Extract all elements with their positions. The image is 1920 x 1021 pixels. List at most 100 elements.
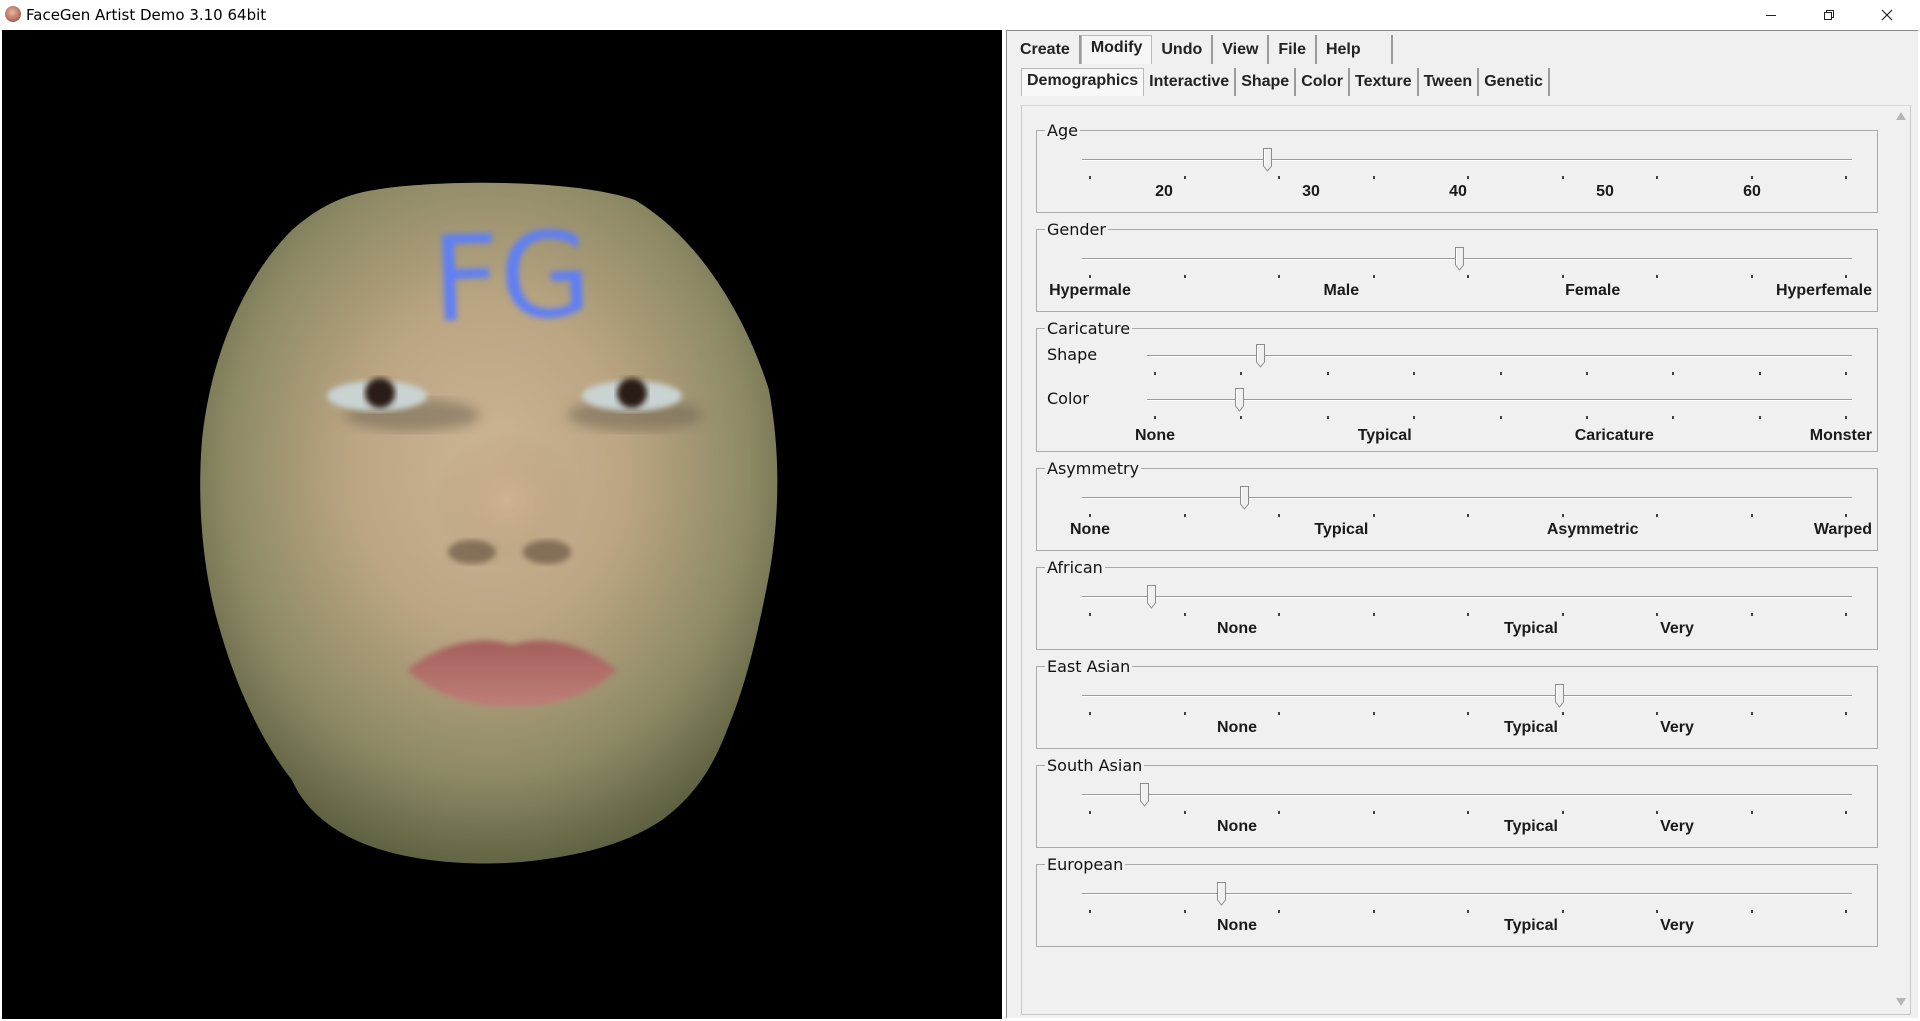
tab-help[interactable]: Help: [1317, 35, 1393, 64]
restore-icon: [1824, 9, 1834, 20]
app-face-icon: [5, 6, 21, 22]
slider-tick: [1585, 416, 1588, 419]
slider-tick: [1467, 910, 1469, 913]
slider-track[interactable]: [1147, 355, 1852, 357]
scale-label-very: Very: [1660, 719, 1694, 736]
slider-thumb[interactable]: [1216, 882, 1226, 906]
close-icon: [1881, 9, 1893, 20]
slider-track[interactable]: [1082, 497, 1852, 499]
group-title: European: [1045, 855, 1126, 874]
group-european: European None Typical Very: [1036, 855, 1878, 947]
subtab-texture[interactable]: Texture: [1350, 68, 1419, 96]
tab-create[interactable]: Create: [1011, 35, 1081, 64]
slider-tick: [1183, 910, 1186, 913]
slider-tick: [1672, 372, 1675, 375]
slider-track[interactable]: [1147, 399, 1852, 401]
vertical-scrollbar[interactable]: [1892, 106, 1910, 1014]
slider-tick: [1750, 910, 1753, 913]
slider-track[interactable]: [1082, 596, 1852, 598]
slider-tick: [1561, 712, 1564, 715]
slider-tick: [1758, 416, 1761, 419]
slider-track[interactable]: [1082, 794, 1852, 796]
slider-track[interactable]: [1082, 258, 1852, 260]
slider-tick: [1372, 176, 1375, 179]
scale-label-hyperfemale: Hyperfemale: [1775, 282, 1872, 299]
slider-tick: [1467, 275, 1469, 278]
restore-button[interactable]: [1800, 0, 1858, 29]
slider-tick: [1183, 613, 1186, 616]
slider-track[interactable]: [1082, 893, 1852, 895]
face-viewport[interactable]: FG: [2, 30, 1002, 1019]
slider-thumb-shape[interactable]: [1255, 344, 1265, 368]
scale-label-none: None: [1217, 620, 1257, 637]
slider-label-shape: Shape: [1047, 345, 1098, 364]
slider-thumb[interactable]: [1455, 247, 1465, 271]
minimize-button[interactable]: [1742, 0, 1800, 29]
slider-track[interactable]: [1082, 695, 1852, 697]
slider-tick: [1089, 275, 1091, 278]
slider-tick: [1240, 416, 1243, 419]
subtab-demographics[interactable]: Demographics: [1021, 68, 1145, 96]
group-gender: Gender Hypermale Male Female Hyperfemale: [1036, 220, 1878, 312]
slider-tick: [1278, 811, 1280, 814]
slider-tick: [1750, 514, 1753, 517]
scale-label-none: None: [1217, 917, 1257, 934]
scale-label-none: None: [1070, 521, 1110, 538]
scale-label-typical: Typical: [1504, 719, 1558, 736]
scale-label-asymmetric: Asymmetric: [1546, 521, 1639, 538]
slider-tick: [1467, 176, 1469, 179]
tab-view[interactable]: View: [1213, 35, 1270, 64]
slider-tick: [1656, 811, 1658, 814]
scale-label-typical: Typical: [1504, 620, 1558, 637]
subtab-genetic[interactable]: Genetic: [1479, 68, 1550, 96]
slider-tick: [1183, 514, 1186, 517]
slider-thumb[interactable]: [1555, 684, 1565, 708]
slider-thumb[interactable]: [1139, 783, 1149, 807]
scale-label-none: None: [1217, 719, 1257, 736]
group-african: African None Typical Very: [1036, 558, 1878, 650]
tab-undo[interactable]: Undo: [1152, 35, 1214, 64]
slider-tick: [1372, 811, 1375, 814]
slider-tick: [1326, 416, 1329, 419]
slider-tick: [1372, 712, 1375, 715]
slider-tick: [1183, 275, 1186, 278]
slider-tick: [1240, 372, 1243, 375]
slider-thumb[interactable]: [1239, 486, 1249, 510]
subtab-color[interactable]: Color: [1296, 68, 1350, 96]
slider-tick: [1750, 712, 1753, 715]
slider-tick: [1561, 275, 1564, 278]
slider-thumb[interactable]: [1262, 148, 1272, 172]
tab-modify[interactable]: Modify: [1080, 35, 1153, 64]
slider-tick: [1845, 514, 1847, 517]
slider-tick: [1656, 514, 1658, 517]
slider-track[interactable]: [1082, 159, 1852, 161]
group-title: Age: [1045, 121, 1080, 140]
scale-label-very: Very: [1660, 917, 1694, 934]
scale-label-warped: Warped: [1813, 521, 1872, 538]
slider-thumb[interactable]: [1147, 585, 1157, 609]
slider-tick: [1845, 910, 1847, 913]
close-button[interactable]: [1858, 0, 1916, 29]
group-title: Asymmetry: [1045, 459, 1142, 478]
slider-thumb-color[interactable]: [1234, 388, 1244, 412]
slider-tick: [1089, 910, 1091, 913]
slider-tick: [1154, 416, 1156, 419]
slider-tick: [1656, 176, 1658, 179]
slider-tick: [1672, 416, 1675, 419]
slider-tick: [1561, 910, 1564, 913]
slider-tick: [1278, 176, 1280, 179]
scale-label-caricature: Caricature: [1574, 427, 1654, 444]
slider-tick: [1372, 514, 1375, 517]
scale-label-none: None: [1217, 818, 1257, 835]
scroll-down-icon[interactable]: [1896, 998, 1906, 1006]
scale-label-none: None: [1135, 427, 1175, 444]
slider-tick: [1089, 613, 1091, 616]
scale-label-hypermale: Hypermale: [1049, 282, 1131, 299]
scale-label-female: Female: [1565, 282, 1621, 299]
subtab-tween[interactable]: Tween: [1419, 68, 1480, 96]
subtab-shape[interactable]: Shape: [1236, 68, 1297, 96]
subtab-interactive[interactable]: Interactive: [1144, 68, 1237, 96]
scroll-up-icon[interactable]: [1896, 112, 1906, 120]
tab-file[interactable]: File: [1269, 35, 1317, 64]
scale-label-monster: Monster: [1809, 427, 1872, 444]
